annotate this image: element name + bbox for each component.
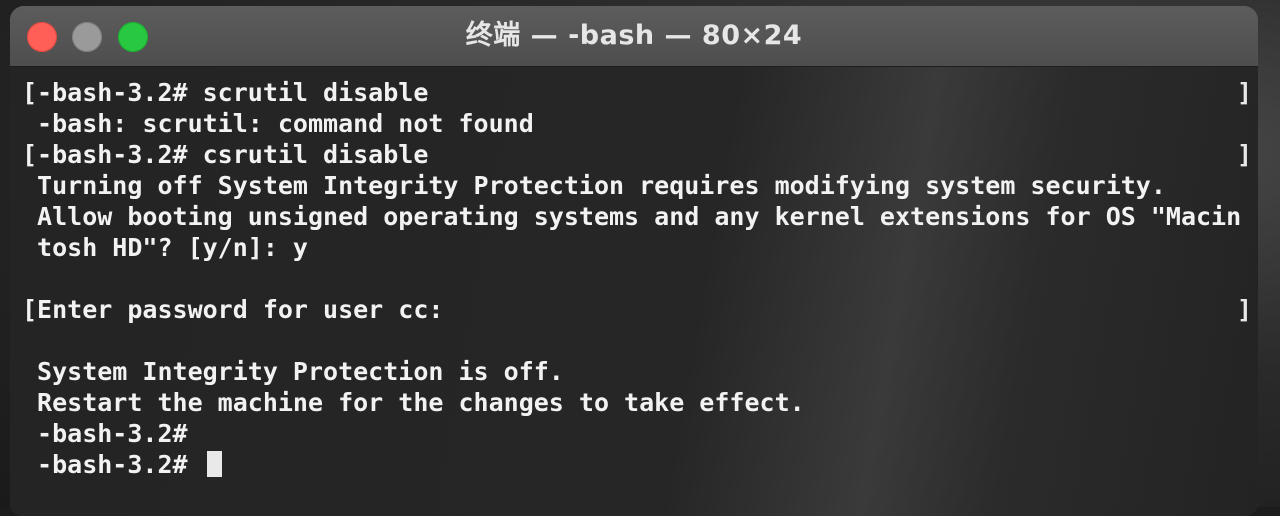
window-title: 终端 — -bash — 80×24 [465,20,803,51]
terminal-window[interactable]: 终端 — -bash — 80×24 [-bash-3.2# scrutil d… [10,6,1258,516]
line-end-bracket: ] [1236,295,1252,324]
terminal-line: -bash: scrutil: command not found [22,109,534,138]
terminal-line: Allow booting unsigned operating systems… [22,202,1242,231]
line-end-bracket: ] [1236,140,1252,169]
terminal-line: -bash-3.2# [22,419,188,448]
terminal-line: [-bash-3.2# csrutil disable [22,140,429,169]
terminal-content[interactable]: [-bash-3.2# scrutil disable -bash: scrut… [10,67,1258,516]
text-cursor [206,451,222,477]
terminal-line: [-bash-3.2# scrutil disable [22,78,429,107]
line-end-bracket: ] [1236,78,1252,107]
title-bar[interactable]: 终端 — -bash — 80×24 [10,6,1258,67]
terminal-line: System Integrity Protection is off. [22,357,564,386]
terminal-prompt-line: -bash-3.2# [22,449,222,480]
terminal-line: Restart the machine for the changes to t… [22,388,805,417]
terminal-line: Turning off System Integrity Protection … [22,171,1166,200]
terminal-line: tosh HD"? [y/n]: y [22,233,308,262]
terminal-line: [Enter password for user cc: [22,295,444,324]
terminal-prompt: -bash-3.2# [22,450,203,479]
